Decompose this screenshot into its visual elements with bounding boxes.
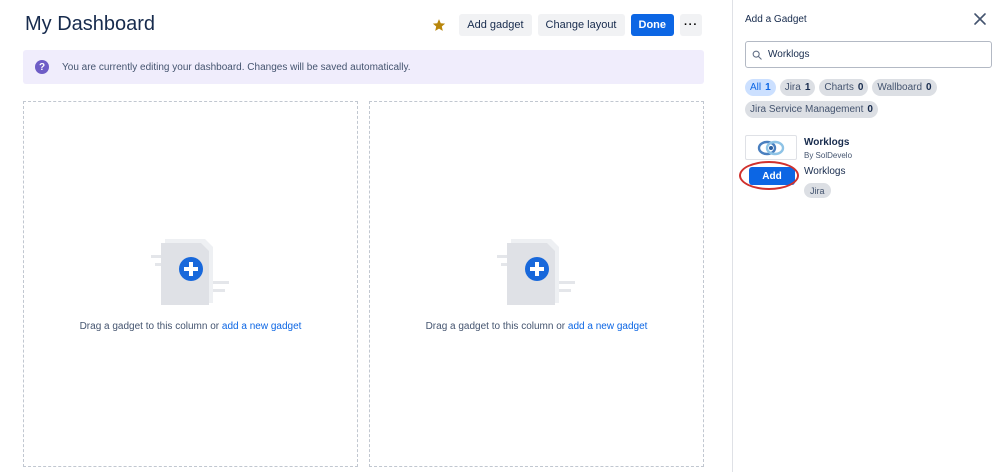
add-gadget-worklogs-button[interactable]: Add <box>749 167 795 185</box>
column-empty-text: Drag a gadget to this column or add a ne… <box>370 321 703 332</box>
column-drag-hint: Drag a gadget to this column or <box>425 321 568 332</box>
dashboard-column-1[interactable]: Drag a gadget to this column or add a ne… <box>23 101 358 467</box>
filter-chip-all[interactable]: All 1 <box>745 79 776 96</box>
info-banner: ? You are currently editing your dashboa… <box>23 50 704 84</box>
filter-chip-wallboard[interactable]: Wallboard 0 <box>872 79 937 96</box>
add-gadget-button[interactable]: Add gadget <box>459 14 532 36</box>
filter-chip-count: 0 <box>867 104 873 115</box>
filter-chip-label: All <box>750 82 762 93</box>
dashboard-main: My Dashboard Add gadget Change layout Do… <box>0 0 732 472</box>
close-icon[interactable] <box>973 12 987 26</box>
gadget-vendor: By SolDevelo <box>804 151 853 160</box>
worklogs-logo-icon <box>757 140 785 155</box>
gadget-tag: Jira <box>804 183 831 198</box>
gadget-name: Worklogs <box>804 137 850 148</box>
star-icon <box>433 19 446 31</box>
question-icon: ? <box>35 60 49 74</box>
filter-chip-count: 1 <box>765 82 771 93</box>
filter-chip-label: Charts <box>824 82 854 93</box>
column-drag-hint: Drag a gadget to this column or <box>79 321 222 332</box>
filter-chip-label: Jira <box>784 82 801 93</box>
filter-chip-count: 1 <box>804 82 811 93</box>
gadget-description: Worklogs <box>804 166 846 177</box>
gadget-thumbnail <box>745 135 797 160</box>
info-banner-text: You are currently editing your dashboard… <box>62 61 411 73</box>
add-gadget-panel: Add a Gadget All1 Jira1 Charts0 Wallboar… <box>732 0 999 472</box>
dashboard-column-2[interactable]: Drag a gadget to this column or add a ne… <box>369 101 704 467</box>
search-icon <box>752 50 762 60</box>
filter-chips: All 1 Jira 1 Charts 0 Wallboard 0 Jira Servi… <box>745 79 995 118</box>
add-new-gadget-link[interactable]: add a new gadget <box>568 321 648 332</box>
add-gadget-illustration-icon <box>150 239 229 305</box>
panel-title: Add a Gadget <box>745 14 807 25</box>
gadget-search-input[interactable] <box>768 49 978 60</box>
filter-chip-label: Jira Service Management <box>750 104 864 115</box>
gadget-card-worklogs: Worklogs By SolDevelo Worklogs Jira Add <box>739 135 995 205</box>
filter-chip-jira-service-management[interactable]: Jira Service Management 0 <box>745 101 878 118</box>
star-button[interactable] <box>429 14 449 36</box>
done-button[interactable]: Done <box>630 14 674 36</box>
page-title: My Dashboard <box>25 13 156 35</box>
dashboard-toolbar: Add gadget Change layout Done ··· <box>429 14 702 36</box>
filter-chip-jira[interactable]: Jira 1 <box>779 79 816 96</box>
gadget-search-box[interactable] <box>745 41 992 68</box>
more-actions-button[interactable]: ··· <box>680 14 702 36</box>
filter-chip-label: Wallboard <box>877 82 923 93</box>
add-gadget-illustration-icon <box>496 239 575 305</box>
filter-chip-count: 0 <box>857 82 864 93</box>
column-empty-text: Drag a gadget to this column or add a ne… <box>24 321 357 332</box>
filter-chip-charts[interactable]: Charts 0 <box>819 79 869 96</box>
change-layout-button[interactable]: Change layout <box>537 14 625 36</box>
add-new-gadget-link[interactable]: add a new gadget <box>222 321 302 332</box>
filter-chip-count: 0 <box>926 82 932 93</box>
